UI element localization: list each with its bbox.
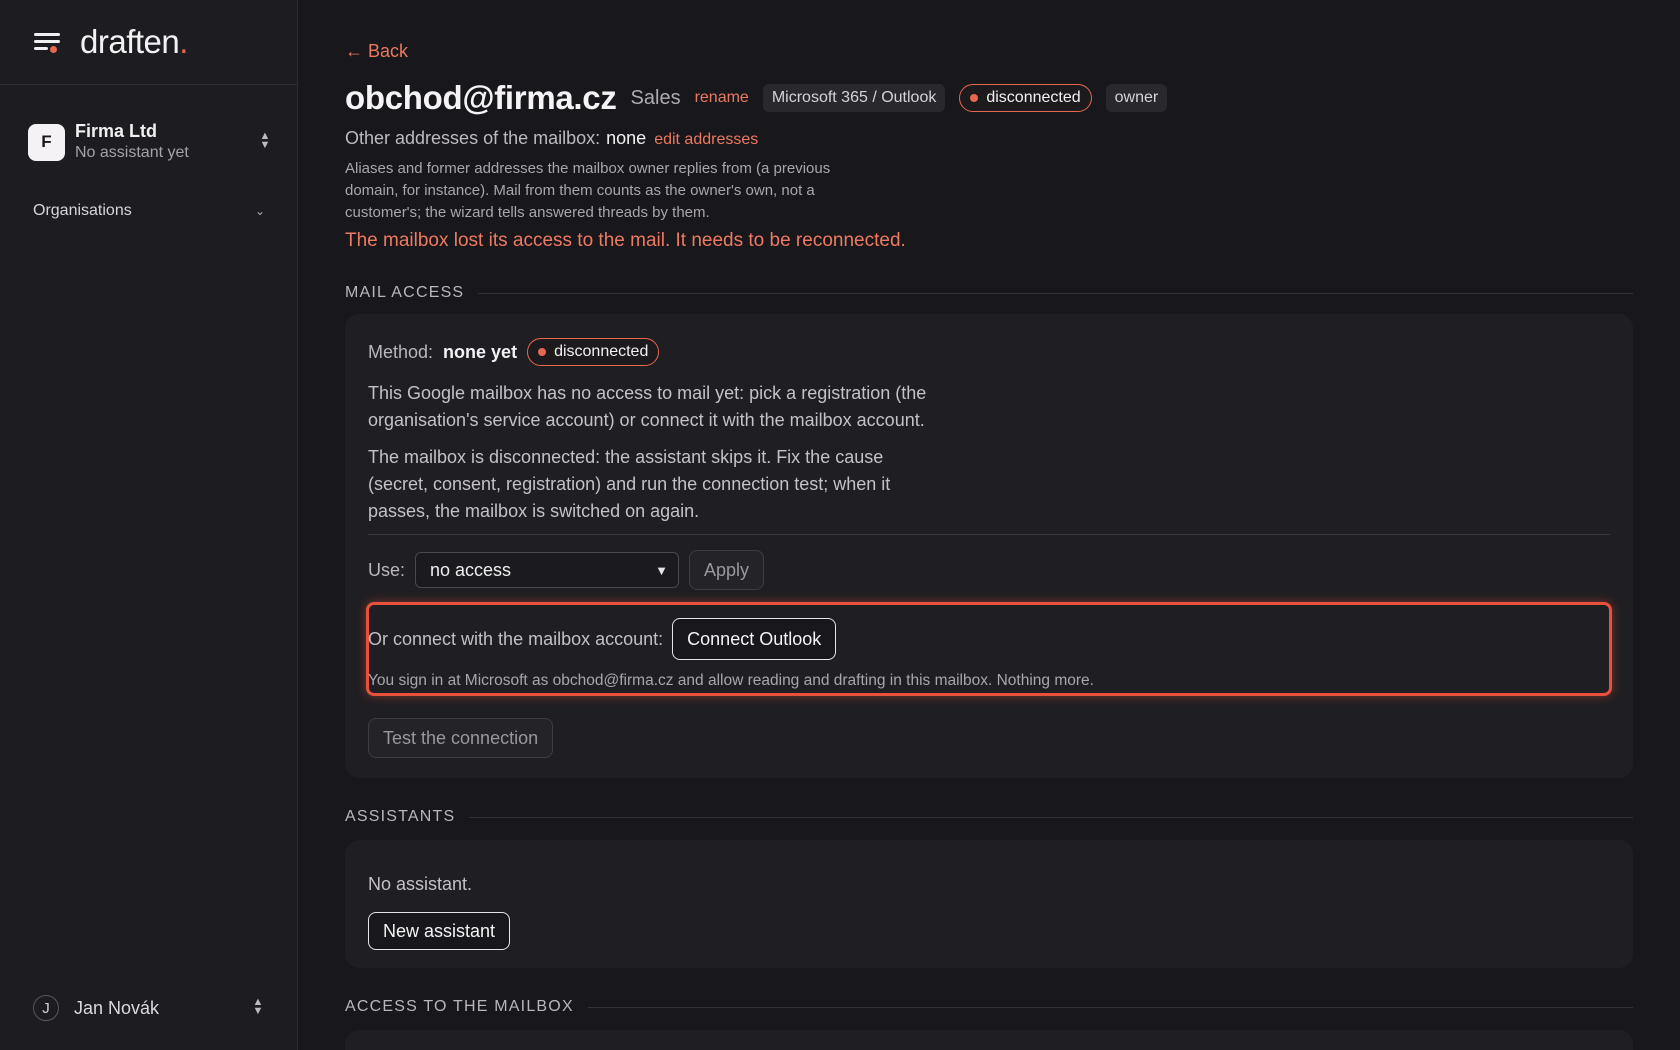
divider xyxy=(368,534,1610,535)
organisation-switcher[interactable]: F Firma Ltd No assistant yet ▲ ▼ xyxy=(28,118,272,166)
assistants-card: No assistant. New assistant xyxy=(345,840,1633,968)
user-name: Jan Novák xyxy=(74,997,160,1018)
mail-access-section-header: MAIL ACCESS xyxy=(345,284,1633,302)
sidebar: draften. F Firma Ltd No assistant yet ▲ ▼… xyxy=(0,0,298,1050)
test-connection-button[interactable]: Test the connection xyxy=(368,718,554,758)
connect-help-text: You sign in at Microsoft as obchod@firma… xyxy=(368,672,1094,689)
status-badge: disconnected xyxy=(527,338,660,366)
menu-icon[interactable] xyxy=(34,31,60,53)
error-message: The mailbox lost its access to the mail.… xyxy=(345,230,906,251)
disconnected-info-text: The mailbox is disconnected: the assista… xyxy=(368,447,891,521)
sidebar-item-organisations[interactable]: Organisations ⌄ xyxy=(33,200,265,222)
user-switcher[interactable]: J Jan Novák ▲ ▼ xyxy=(33,994,265,1022)
sidebar-item-label: Organisations xyxy=(33,202,132,219)
assistants-section-header: ASSISTANTS xyxy=(345,808,1633,826)
page-title: obchod@firma.cz xyxy=(345,79,617,116)
mail-access-card: Method: none yet disconnected This Googl… xyxy=(345,314,1633,778)
section-divider xyxy=(469,816,1633,818)
access-info-text: This Google mailbox has no access to mai… xyxy=(368,383,927,430)
access-method-select[interactable]: no access ▼ xyxy=(415,552,680,588)
apply-button[interactable]: Apply xyxy=(689,550,765,590)
section-title: MAIL ACCESS xyxy=(345,284,465,301)
back-link[interactable]: ← Back xyxy=(345,41,408,62)
provider-badge: Microsoft 365 / Outlook xyxy=(762,84,946,112)
rename-link[interactable]: rename xyxy=(695,89,749,107)
connect-row: Or connect with the mailbox account: Con… xyxy=(368,618,837,660)
org-avatar: F xyxy=(28,123,65,161)
status-badge: disconnected xyxy=(959,84,1092,112)
other-addresses-row: Other addresses of the mailbox: none edit … xyxy=(345,128,758,149)
access-card xyxy=(345,1030,1633,1050)
empty-state-text: No assistant. xyxy=(368,874,473,894)
brand-header: draften. xyxy=(0,0,297,85)
section-divider xyxy=(478,292,1633,294)
section-divider xyxy=(587,1006,1633,1008)
new-assistant-button[interactable]: New assistant xyxy=(368,912,511,950)
connect-outlook-button[interactable]: Connect Outlook xyxy=(672,618,837,660)
up-down-chevron-icon: ▲ ▼ xyxy=(252,996,264,1017)
access-section-header: ACCESS TO THE MAILBOX xyxy=(345,998,1633,1016)
status-dot-icon xyxy=(970,94,979,102)
aliases-help-text: Aliases and former addresses the mailbox… xyxy=(345,160,831,221)
method-row: Method: none yet disconnected xyxy=(368,338,660,366)
chevron-down-icon: ⌄ xyxy=(254,204,265,218)
use-row: Use: no access ▼ Apply xyxy=(368,550,765,590)
edit-addresses-link[interactable]: edit addresses xyxy=(654,131,758,148)
up-down-chevron-icon: ▲ ▼ xyxy=(259,130,271,151)
mailbox-label: Sales xyxy=(630,86,681,109)
other-addresses-label: Other addresses of the mailbox: xyxy=(345,128,601,148)
status-dot-icon xyxy=(538,348,547,356)
select-caret-icon: ▼ xyxy=(655,562,669,578)
mailbox-header: obchod@firma.cz Sales rename Microsoft 3… xyxy=(345,72,1168,124)
other-addresses-value: none xyxy=(606,128,647,148)
method-label: Method: xyxy=(368,341,434,362)
logo: draften. xyxy=(80,23,188,60)
connect-label: Or connect with the mailbox account: xyxy=(368,628,664,649)
method-value: none yet xyxy=(443,341,518,362)
role-badge: owner xyxy=(1105,84,1168,112)
org-subtitle: No assistant yet xyxy=(75,144,189,161)
org-name: Firma Ltd xyxy=(75,121,158,141)
section-title: ASSISTANTS xyxy=(345,808,456,825)
section-title: ACCESS TO THE MAILBOX xyxy=(345,998,574,1015)
avatar: J xyxy=(33,995,59,1021)
use-label: Use: xyxy=(368,559,406,580)
